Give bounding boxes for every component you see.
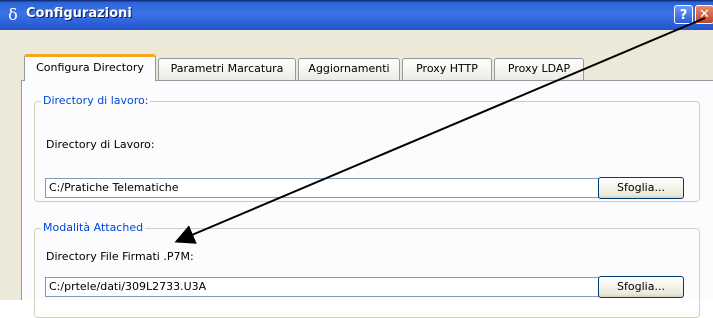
tab-panel-configura-directory: Directory di lavoro: Directory di Lavoro… <box>21 80 713 318</box>
tab-parametri-marcatura[interactable]: Parametri Marcatura <box>158 58 296 80</box>
group-title-modalita-attached: Modalità Attached <box>41 221 146 234</box>
help-button[interactable]: ? <box>674 5 693 24</box>
app-delta-icon: δ <box>8 5 18 24</box>
signed-files-directory-input[interactable]: C:/prtele/dati/309L2733.U3A <box>45 277 613 297</box>
group-modalita-attached: Modalità Attached <box>34 221 700 318</box>
group-title-directory-di-lavoro: Directory di lavoro: <box>41 94 151 107</box>
tab-proxy-ldap[interactable]: Proxy LDAP <box>494 58 584 80</box>
configurazioni-dialog: δ Configurazioni ? ✕ Configura Directory… <box>0 0 713 318</box>
close-button[interactable]: ✕ <box>695 5 713 24</box>
label-directory-di-lavoro: Directory di Lavoro: <box>46 138 155 151</box>
title-bar[interactable]: δ Configurazioni ? ✕ <box>0 0 713 30</box>
label-directory-file-firmati: Directory File Firmati .P7M: <box>46 250 194 263</box>
window-title: Configurazioni <box>26 6 132 21</box>
work-directory-input[interactable]: C:/Pratiche Telematiche <box>45 178 613 198</box>
tab-proxy-http[interactable]: Proxy HTTP <box>402 58 492 80</box>
browse-signed-files-button[interactable]: Sfoglia... <box>598 276 684 298</box>
browse-work-directory-button[interactable]: Sfoglia... <box>598 177 684 199</box>
tab-aggiornamenti[interactable]: Aggiornamenti <box>298 58 400 80</box>
tab-configura-directory[interactable]: Configura Directory <box>24 54 156 81</box>
